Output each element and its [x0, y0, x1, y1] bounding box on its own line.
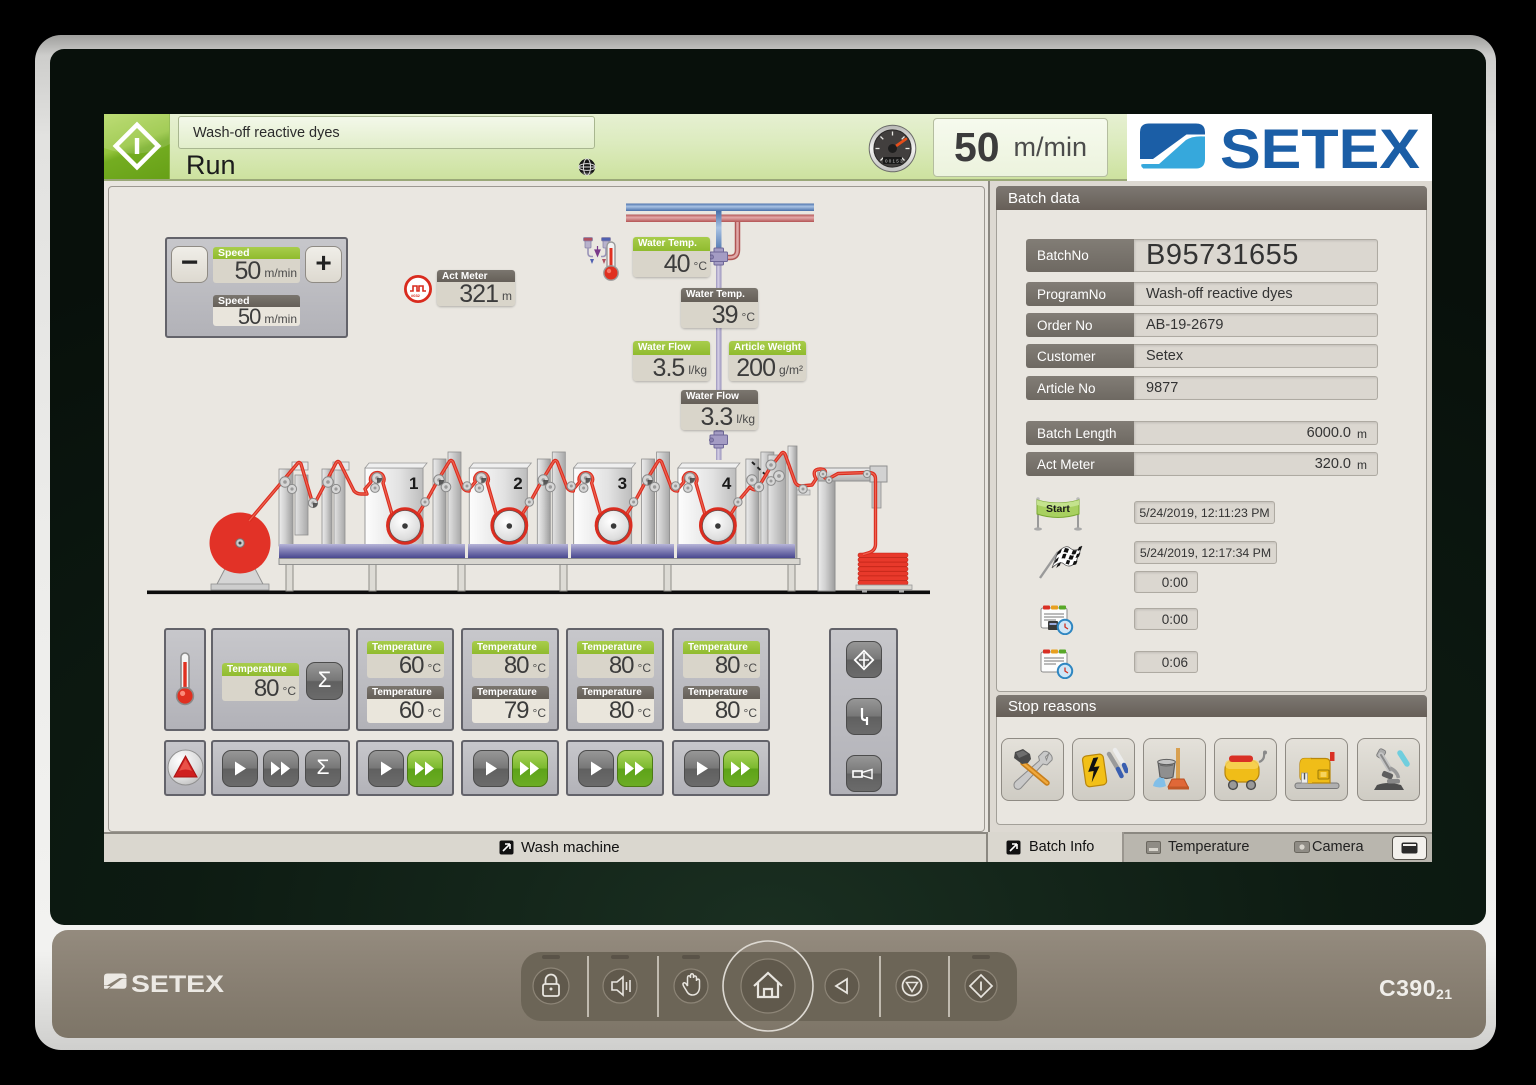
- svg-text:#032: #032: [411, 293, 421, 298]
- svg-text:3: 3: [618, 474, 627, 493]
- svg-text:2: 2: [513, 474, 522, 493]
- svg-text:0 0 1 5 3: 0 0 1 5 3: [885, 159, 903, 164]
- svg-text:SETEX: SETEX: [131, 972, 225, 998]
- svg-text:Start: Start: [1046, 503, 1070, 515]
- svg-text:1: 1: [409, 474, 418, 493]
- svg-text:SETEX: SETEX: [1220, 123, 1420, 175]
- svg-text:4: 4: [722, 474, 732, 493]
